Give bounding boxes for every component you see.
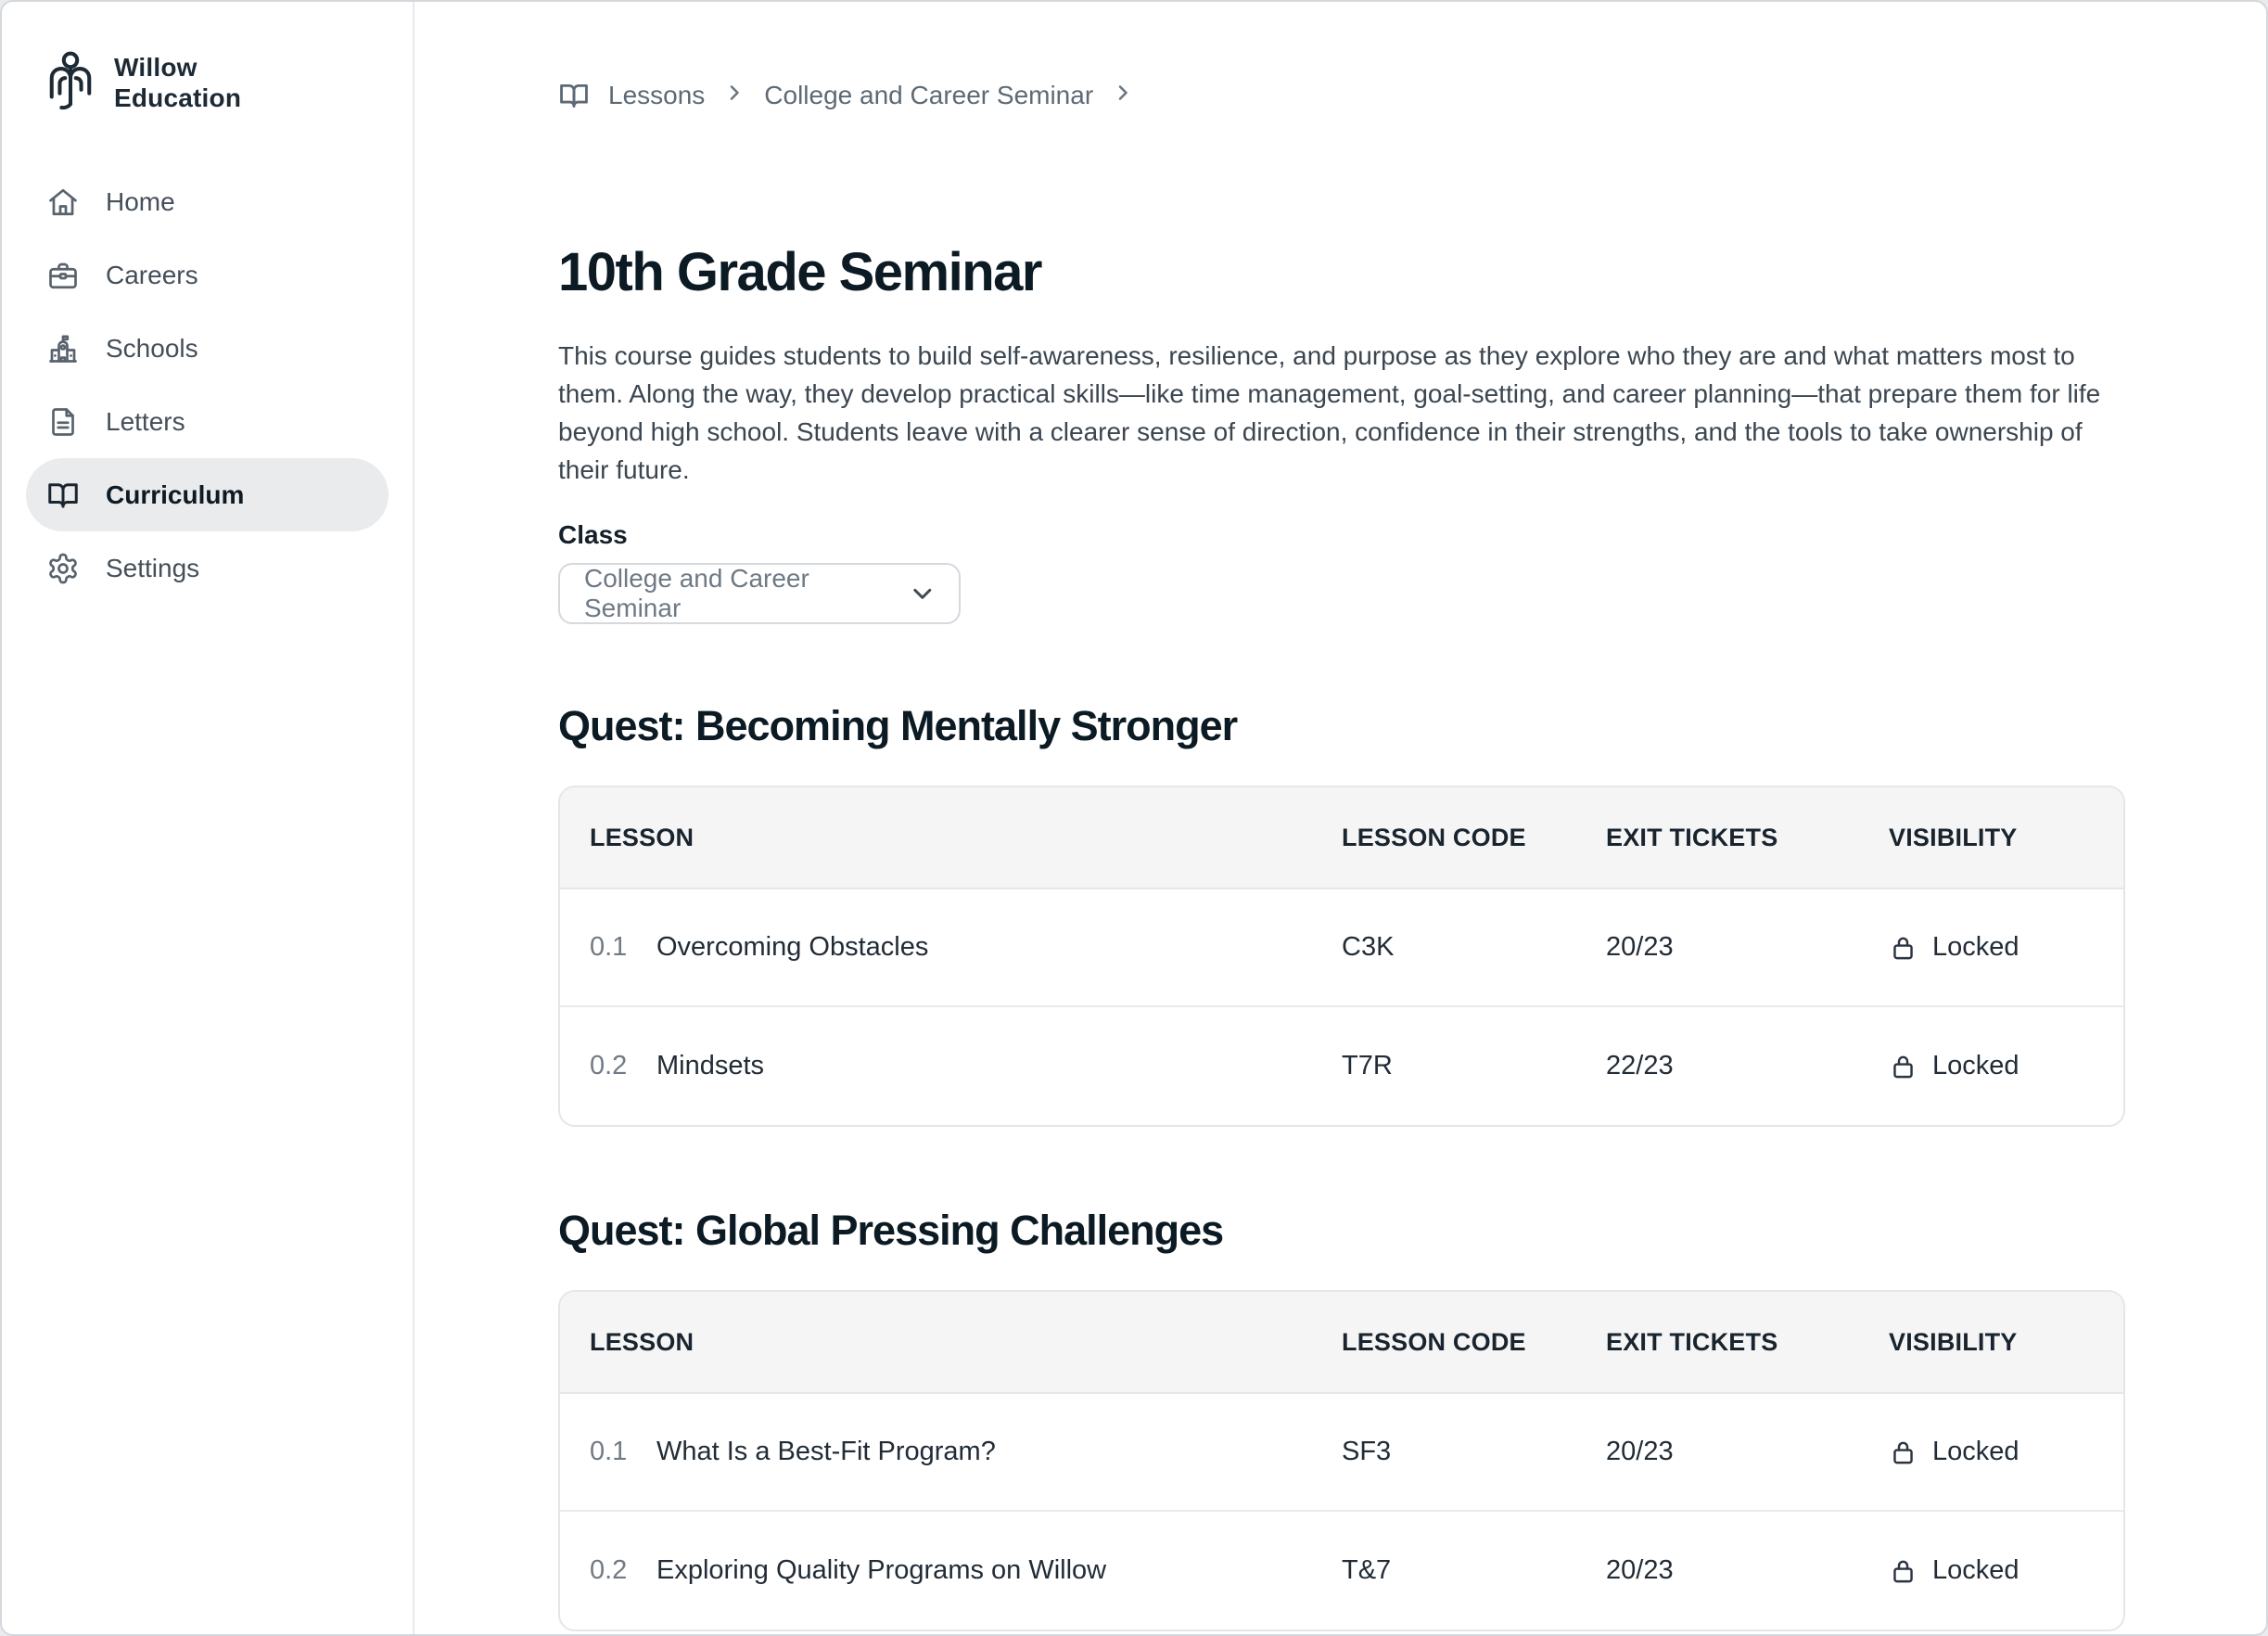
exit-tickets: 22/23 xyxy=(1606,1051,1889,1081)
sidebar: Willow Education Home Careers xyxy=(2,2,414,1634)
sidebar-item-schools[interactable]: Schools xyxy=(26,312,389,385)
lesson-code: C3K xyxy=(1342,932,1606,963)
lesson-code: SF3 xyxy=(1342,1437,1606,1467)
document-icon xyxy=(46,405,80,439)
lesson-table: LESSON LESSON CODE EXIT TICKETS VISIBILI… xyxy=(558,1290,2125,1631)
table-row[interactable]: 0.1 Overcoming Obstacles C3K 20/23 Locke… xyxy=(560,889,2123,1007)
table-row[interactable]: 0.2 Mindsets T7R 22/23 Locked xyxy=(560,1007,2123,1125)
sidebar-item-label: Home xyxy=(106,187,175,217)
brand-name-line2: Education xyxy=(114,83,241,113)
brand: Willow Education xyxy=(45,50,389,115)
breadcrumb-current[interactable]: College and Career Seminar xyxy=(764,81,1093,110)
column-header-lesson-code: LESSON CODE xyxy=(1342,824,1606,852)
exit-tickets: 20/23 xyxy=(1606,932,1889,963)
column-header-lesson: LESSON xyxy=(590,824,1342,852)
sidebar-nav: Home Careers Schools Letters xyxy=(26,165,389,605)
table-header-row: LESSON LESSON CODE EXIT TICKETS VISIBILI… xyxy=(560,1292,2123,1394)
willow-logo-icon xyxy=(45,50,96,115)
lock-icon xyxy=(1889,1438,1918,1466)
quest-title: Quest: Global Pressing Challenges xyxy=(558,1207,2266,1255)
sidebar-item-label: Letters xyxy=(106,407,185,437)
open-book-icon xyxy=(558,80,590,111)
gear-icon xyxy=(46,552,80,585)
lesson-code: T7R xyxy=(1342,1051,1606,1081)
breadcrumb: Lessons College and Career Seminar xyxy=(558,80,2266,111)
table-header-row: LESSON LESSON CODE EXIT TICKETS VISIBILI… xyxy=(560,787,2123,889)
table-row[interactable]: 0.1 What Is a Best-Fit Program? SF3 20/2… xyxy=(560,1394,2123,1512)
lesson-title: Overcoming Obstacles xyxy=(656,932,928,963)
exit-tickets: 20/23 xyxy=(1606,1437,1889,1467)
sidebar-item-label: Curriculum xyxy=(106,480,244,510)
quest-title: Quest: Becoming Mentally Stronger xyxy=(558,702,2266,750)
sidebar-item-curriculum[interactable]: Curriculum xyxy=(26,458,389,531)
lock-icon xyxy=(1889,1556,1918,1585)
lesson-number: 0.2 xyxy=(590,1051,656,1081)
column-header-lesson: LESSON xyxy=(590,1328,1342,1357)
sidebar-item-label: Careers xyxy=(106,261,198,290)
breadcrumb-lessons[interactable]: Lessons xyxy=(608,81,705,110)
exit-tickets: 20/23 xyxy=(1606,1555,1889,1586)
class-select-value: College and Career Seminar xyxy=(584,564,909,623)
app-window: Willow Education Home Careers xyxy=(0,0,2268,1636)
home-icon xyxy=(46,185,80,219)
open-book-icon xyxy=(46,479,80,512)
sidebar-item-careers[interactable]: Careers xyxy=(26,238,389,312)
main-content: Lessons College and Career Seminar 10th … xyxy=(414,2,2266,1634)
visibility-label: Locked xyxy=(1932,1437,2020,1467)
sidebar-item-settings[interactable]: Settings xyxy=(26,531,389,605)
lesson-code: T&7 xyxy=(1342,1555,1606,1586)
lock-icon xyxy=(1889,1052,1918,1080)
sidebar-item-label: Schools xyxy=(106,334,198,364)
sidebar-item-letters[interactable]: Letters xyxy=(26,385,389,458)
school-icon xyxy=(46,332,80,365)
class-label: Class xyxy=(558,520,2266,550)
lesson-number: 0.1 xyxy=(590,932,656,963)
visibility-cell: Locked xyxy=(1889,1437,2094,1467)
class-select[interactable]: College and Career Seminar xyxy=(558,563,961,624)
visibility-label: Locked xyxy=(1932,932,2020,963)
lesson-number: 0.1 xyxy=(590,1437,656,1467)
chevron-down-icon xyxy=(909,580,937,607)
column-header-exit-tickets: EXIT TICKETS xyxy=(1606,1328,1889,1357)
lesson-title: What Is a Best-Fit Program? xyxy=(656,1437,996,1467)
lesson-title: Exploring Quality Programs on Willow xyxy=(656,1555,1106,1586)
column-header-visibility: VISIBILITY xyxy=(1889,824,2094,852)
course-description: This course guides students to build sel… xyxy=(558,337,2105,489)
column-header-exit-tickets: EXIT TICKETS xyxy=(1606,824,1889,852)
column-header-lesson-code: LESSON CODE xyxy=(1342,1328,1606,1357)
visibility-label: Locked xyxy=(1932,1555,2020,1586)
brand-name: Willow Education xyxy=(114,52,241,113)
visibility-cell: Locked xyxy=(1889,1555,2094,1586)
lock-icon xyxy=(1889,933,1918,962)
sidebar-item-label: Settings xyxy=(106,554,199,583)
brand-name-line1: Willow xyxy=(114,52,241,83)
chevron-right-icon xyxy=(1112,81,1134,110)
table-row[interactable]: 0.2 Exploring Quality Programs on Willow… xyxy=(560,1512,2123,1630)
lesson-number: 0.2 xyxy=(590,1555,656,1586)
visibility-label: Locked xyxy=(1932,1051,2020,1081)
briefcase-icon xyxy=(46,259,80,292)
lesson-title: Mindsets xyxy=(656,1051,764,1081)
chevron-right-icon xyxy=(723,81,745,110)
page-title: 10th Grade Seminar xyxy=(558,241,2266,303)
lesson-table: LESSON LESSON CODE EXIT TICKETS VISIBILI… xyxy=(558,786,2125,1127)
visibility-cell: Locked xyxy=(1889,1051,2094,1081)
visibility-cell: Locked xyxy=(1889,932,2094,963)
column-header-visibility: VISIBILITY xyxy=(1889,1328,2094,1357)
sidebar-item-home[interactable]: Home xyxy=(26,165,389,238)
